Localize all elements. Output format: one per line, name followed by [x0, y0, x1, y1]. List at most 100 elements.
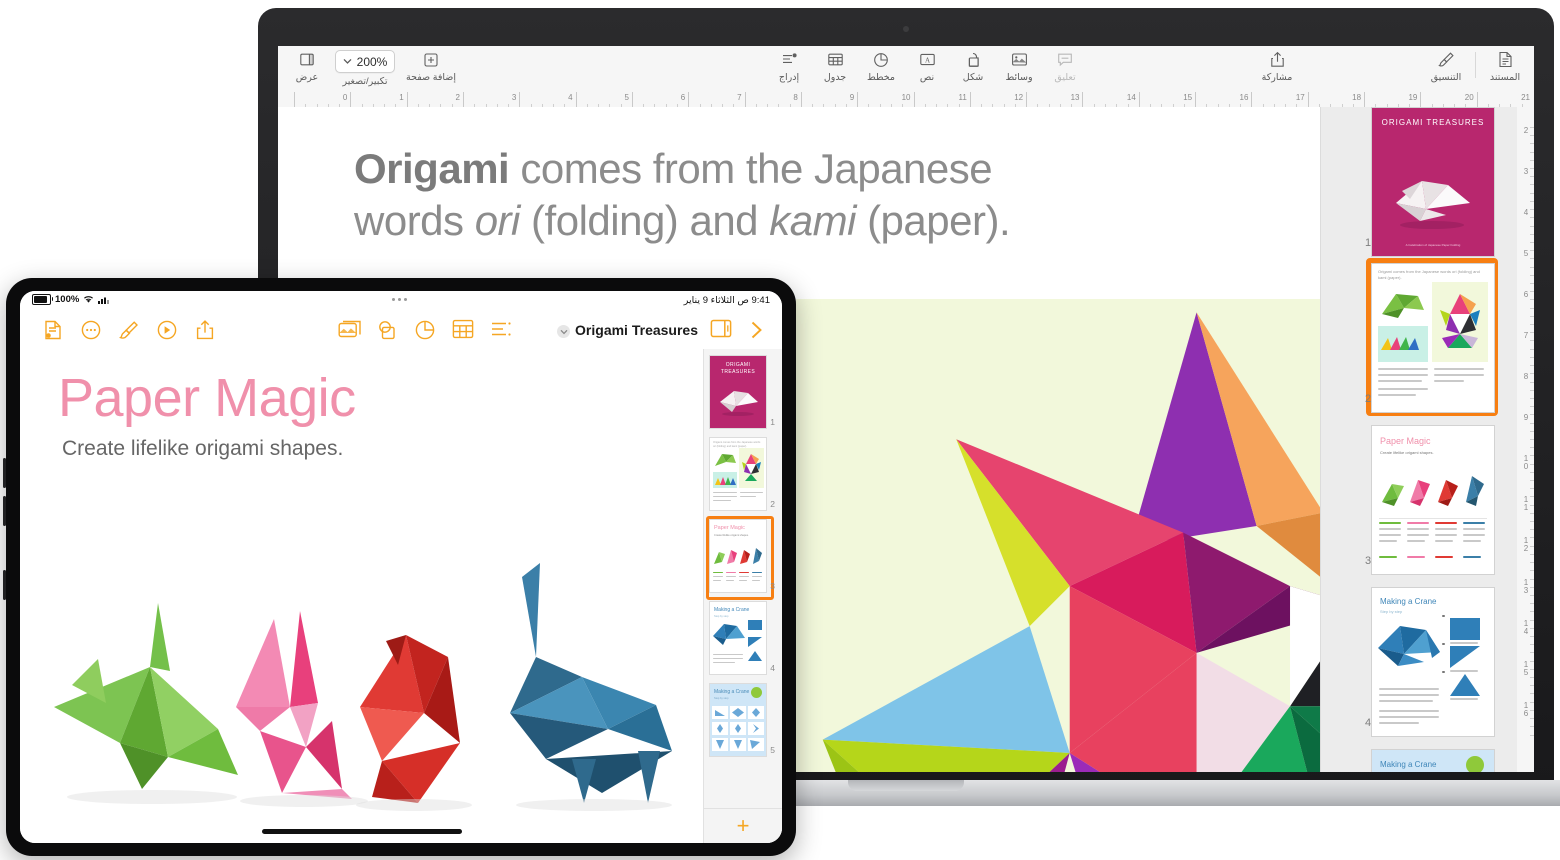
toolbar-table-button[interactable]: جدول — [812, 50, 858, 83]
ipad-nav-slide-3[interactable]: Paper Magic Create lifelike origami shap… — [706, 516, 777, 600]
toolbar-zoom-label: تكبير/تصغير — [342, 76, 388, 87]
green-dino-icon — [1382, 294, 1424, 318]
ruler-segment: 20 — [1420, 92, 1477, 107]
toolbar-shape-button[interactable]: شكل — [950, 50, 996, 83]
media-icon[interactable] — [338, 319, 361, 341]
document-settings-icon[interactable] — [42, 319, 64, 341]
ruler-number: 4 — [1523, 208, 1529, 218]
ruler-number: 5 — [1523, 249, 1529, 259]
ipad-nav-thumb-3[interactable]: Paper Magic Create lifelike origami shap… — [709, 519, 767, 593]
ruler-segment: 12 — [969, 92, 1027, 107]
zoom-select[interactable]: 200% — [334, 50, 396, 73]
paintbrush-icon[interactable] — [118, 319, 140, 341]
star-mini-icon — [1440, 294, 1480, 348]
ipad-nav-slide-2[interactable]: Origami comes from the Japanese words or… — [709, 437, 777, 511]
ipad-nav-thumb-2[interactable]: Origami comes from the Japanese words or… — [709, 437, 767, 511]
ipad-nav-slide-5[interactable]: Making a Crane Step by step 5 — [709, 683, 777, 757]
nav-slide-1-number: 1 — [1365, 237, 1372, 249]
nav-slide-2[interactable]: Origami comes from the Japanese words or… — [1361, 258, 1511, 416]
four-animals-icon — [714, 548, 762, 564]
ruler-number: 3 — [511, 93, 517, 102]
red-fox-figure — [356, 635, 472, 811]
ruler-number: 2 — [1523, 126, 1529, 135]
slide-body-ori: ori — [474, 197, 521, 245]
toolbar-insert-button[interactable]: إدراج — [766, 50, 812, 83]
toolbar-media-button[interactable]: وسائط — [996, 50, 1042, 83]
nav-thumb-2[interactable]: Origami comes from the Japanese words or… — [1371, 263, 1495, 413]
toolbar-right-group: إضافة صفحة 200% تكبير/تصغير عرض — [284, 50, 462, 87]
ruler-number: 3 — [1523, 167, 1529, 177]
text-list-icon[interactable] — [490, 319, 512, 341]
ruler-number: 14 — [1126, 93, 1136, 102]
ipad-nav-thumb-4[interactable]: Making a Crane Step by step — [709, 601, 767, 675]
toolbar-text-button[interactable]: A نص — [904, 50, 950, 83]
mac-slide-navigator[interactable]: ORIGAMI TREASURES A Celebration of Japan… — [1320, 107, 1517, 772]
toolbar-shape-label: شكل — [962, 72, 984, 83]
shape-icon[interactable] — [376, 319, 398, 341]
share-icon[interactable] — [194, 319, 216, 341]
volume-up-button[interactable] — [3, 458, 6, 488]
chevron-down-icon[interactable] — [557, 325, 570, 338]
nav-thumb-5[interactable]: Making a Crane Step by step — [1371, 749, 1495, 772]
table-icon[interactable] — [452, 319, 474, 341]
toolbar-text-label: نص — [919, 72, 935, 83]
nav-slide-2-number: 2 — [1365, 393, 1372, 405]
status-time-date: 9:41 ص الثلاثاء 9 يناير — [683, 295, 770, 306]
vertical-ruler[interactable]: 234567891 01 11 21 31 41 51 6 — [1516, 107, 1534, 772]
fold-steps-grid-icon — [712, 706, 764, 751]
green-dino-icon — [715, 454, 736, 466]
nav-thumb-3[interactable]: Paper Magic Create lifelike origami shap… — [1371, 425, 1495, 575]
insert-icon — [781, 50, 798, 69]
nav-slide-1[interactable]: ORIGAMI TREASURES A Celebration of Japan… — [1361, 107, 1511, 257]
nav-slide-3[interactable]: Paper Magic Create lifelike origami shap… — [1361, 425, 1511, 575]
nav-thumb-4[interactable]: Making a Crane Step by step — [1371, 587, 1495, 737]
green-badge — [751, 687, 762, 698]
view-panel-icon[interactable] — [710, 319, 732, 341]
add-slide-button[interactable]: + — [704, 808, 782, 843]
ipad-slide-title[interactable]: Paper Magic — [58, 371, 356, 425]
multitask-handle[interactable] — [392, 298, 407, 301]
ruler-segment: 19 — [1364, 92, 1421, 107]
toolbar-format-button[interactable]: التنسيق — [1423, 50, 1469, 83]
ipad-nav-slide-5-number: 5 — [770, 745, 775, 755]
ruler-number: 4 — [568, 93, 573, 102]
ipad-document-title[interactable]: Origami Treasures — [575, 322, 698, 338]
nav-slide-3-subtitle: Create lifelike origami shapes. — [1380, 450, 1434, 455]
power-button[interactable] — [3, 570, 6, 600]
ipad-nav-thumb-5[interactable]: Making a Crane Step by step — [709, 683, 767, 757]
chevron-right-icon[interactable] — [746, 319, 768, 341]
toolbar-share-button[interactable]: مشاركة — [1254, 50, 1300, 83]
ipad-slide-navigator[interactable]: ORIGAMI TREASURES 1 Origami comes from t… — [703, 349, 782, 843]
paper-magic-slide-mini: Paper Magic Create lifelike origami shap… — [1372, 426, 1494, 574]
ipad-slide-canvas[interactable]: Paper Magic Create lifelike origami shap… — [20, 349, 704, 843]
ipad-nav-slide-1[interactable]: ORIGAMI TREASURES 1 — [709, 355, 777, 429]
ipad-nav-thumb-1[interactable]: ORIGAMI TREASURES — [709, 355, 767, 429]
ipad-slide-subtitle[interactable]: Create lifelike origami shapes. — [62, 437, 343, 461]
chart-icon — [873, 50, 889, 69]
chart-icon[interactable] — [414, 319, 436, 341]
slide-body-bold: Origami — [354, 145, 510, 192]
slide-body-l2c: (paper). — [855, 197, 1011, 245]
toolbar-document-button[interactable]: المستند — [1482, 50, 1528, 83]
volume-down-button[interactable] — [3, 496, 6, 526]
origami-animals-graphic[interactable] — [42, 507, 702, 827]
slide-body-text[interactable]: Origami comes from the Japanese words or… — [354, 143, 1094, 247]
toolbar-media-label: وسائط — [1005, 72, 1033, 83]
play-circle-icon[interactable] — [156, 319, 178, 341]
toolbar-comment-button[interactable]: تعليق — [1042, 50, 1088, 83]
toolbar-zoom-control[interactable]: 200% تكبير/تصغير — [330, 50, 400, 87]
toolbar-document-label: المستند — [1489, 72, 1521, 83]
nav-slide-4[interactable]: Making a Crane Step by step 4 — [1361, 587, 1511, 737]
toolbar-chart-button[interactable]: مخطط — [858, 50, 904, 83]
nav-thumb-1[interactable]: ORIGAMI TREASURES A Celebration of Japan… — [1371, 107, 1495, 257]
nav-slide-5[interactable]: Making a Crane Step by step — [1361, 749, 1511, 772]
ellipsis-circle-icon[interactable] — [80, 319, 102, 341]
toolbar-view-button[interactable]: عرض — [284, 50, 330, 83]
ruler-segment: 7 — [688, 92, 745, 107]
ipad-nav-slide-4[interactable]: Making a Crane Step by step 4 — [709, 601, 777, 675]
home-indicator[interactable] — [262, 829, 462, 834]
horizontal-ruler[interactable]: 21 20 19 18 17 16 15 14 13 12 11 10 9 8 7 6 5 4 3 2 1 0 — [278, 92, 1534, 108]
slide-body-rest: comes from the Japanese — [509, 145, 993, 192]
ruler-number: 8 — [793, 93, 798, 102]
toolbar-add-page-button[interactable]: إضافة صفحة — [400, 50, 462, 83]
